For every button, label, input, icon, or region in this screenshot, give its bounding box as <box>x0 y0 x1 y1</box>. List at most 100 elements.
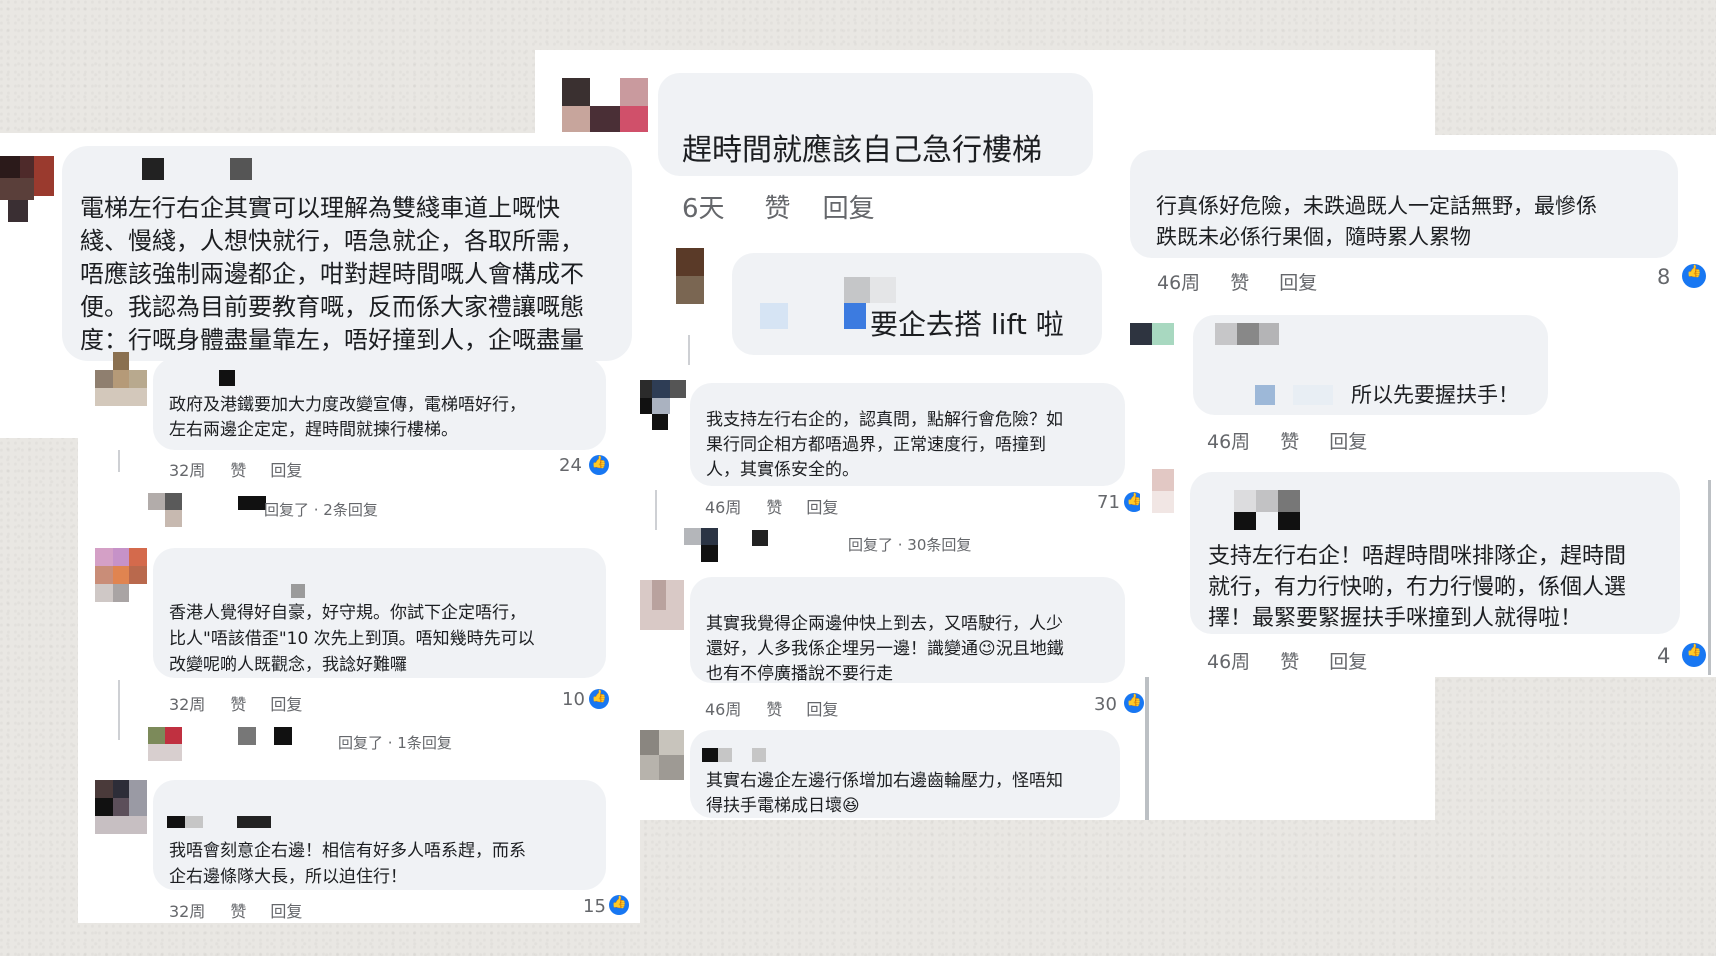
like-button[interactable]: 赞 <box>230 691 246 715</box>
redacted-name <box>718 748 732 762</box>
reaction-count: 8 <box>1657 265 1671 289</box>
redacted-name <box>1256 490 1278 512</box>
like-reaction-icon <box>589 455 609 475</box>
comment-actions: 46周 赞 回复 <box>1207 427 1367 454</box>
comment-text-line: 跌既未必係行果個，隨時累人累物 <box>1156 225 1471 249</box>
comment-time: 46周 <box>1207 431 1251 453</box>
comment-text-line: 企右邊條隊大長，所以迫住行！ <box>169 867 407 887</box>
comment-bubble: 香港人覺得好自豪，好守規。你試下企定唔行， 比人"唔該借歪"10 次先上到頂。唔… <box>153 548 606 678</box>
reply-button[interactable]: 回复 <box>1329 427 1367 454</box>
like-reaction-icon <box>609 895 629 915</box>
redacted-name <box>760 303 788 329</box>
comment-text-line: 我唔會刻意企右邊！相信有好多人唔系趕，而系 <box>169 841 526 861</box>
comment-text-line: 其實右邊企左邊行係增加右邊齒輪壓力，怪唔知 <box>706 771 1063 791</box>
redacted-name <box>274 727 292 745</box>
redacted-name <box>1278 512 1300 530</box>
avatar[interactable] <box>684 528 718 562</box>
like-button[interactable]: 赞 <box>765 188 791 225</box>
comment-bubble: 所以先要握扶手！ <box>1193 315 1548 415</box>
comment-text: 趕時間就應該自己急行樓梯 <box>682 133 1042 168</box>
comment-text-line: 我支持左行右企的，認真問，點解行會危險？如 <box>706 410 1063 430</box>
redacted-name <box>1237 323 1259 345</box>
comment-text-line: 其實我覺得企兩邊仲快上到去，又唔駛行，人少 <box>706 614 1063 634</box>
redacted-name <box>238 727 256 745</box>
redacted-name <box>237 816 271 828</box>
comment-text-line: 唔應該強制兩邊都企，咁對趕時間嘅人會構成不 <box>80 260 584 288</box>
comment-actions: 46周 赞 回复 <box>705 494 838 518</box>
comment-actions: 6天 赞 回复 <box>682 188 875 225</box>
avatar[interactable] <box>0 156 54 222</box>
like-reaction-icon <box>1124 693 1144 713</box>
like-reaction-icon <box>589 689 609 709</box>
reply-button[interactable]: 回复 <box>823 188 875 225</box>
like-button[interactable]: 赞 <box>230 457 246 481</box>
comment-text-line: 得扶手電梯成日壞😆 <box>706 796 860 816</box>
comment-text-line: 也有不停廣播說不要行走 <box>706 664 893 684</box>
like-reaction-icon <box>1682 264 1706 288</box>
reaction-count: 15 <box>583 896 606 917</box>
comment-bubble: 其實我覺得企兩邊仲快上到去，又唔駛行，人少 還好，人多我係企埋另一邊！識變通😉況… <box>690 577 1125 684</box>
avatar[interactable] <box>676 248 704 304</box>
redacted-name <box>870 277 896 303</box>
reply-button[interactable]: 回复 <box>270 691 302 715</box>
comment-text-line: 還好，人多我係企埋另一邊！識變通😉況且地鐵 <box>706 639 1064 659</box>
reply-button[interactable]: 回复 <box>806 494 838 518</box>
scrollbar[interactable] <box>1708 480 1711 675</box>
avatar[interactable] <box>1130 323 1174 345</box>
avatar[interactable] <box>562 78 648 132</box>
comment-text: 要企去搭 lift 啦 <box>870 308 1064 341</box>
view-replies-link[interactable]: 回复了 · 1条回复 <box>338 732 452 753</box>
reply-button[interactable]: 回复 <box>1329 647 1367 674</box>
redacted-name <box>844 303 866 329</box>
avatar[interactable] <box>1152 469 1174 513</box>
comment-text-line: 度：行嘅身體盡量靠左，唔好撞到人，企嘅盡量 <box>80 326 584 354</box>
comment-text-line: 支持左行右企！唔趕時間咪排隊企，趕時間 <box>1208 544 1627 569</box>
redacted-name <box>702 748 718 762</box>
reply-button[interactable]: 回复 <box>1279 268 1317 295</box>
view-replies-link[interactable]: 回复了 · 2条回复 <box>264 499 378 520</box>
comment-bubble: 要企去搭 lift 啦 <box>732 253 1102 355</box>
avatar[interactable] <box>95 548 147 602</box>
avatar[interactable] <box>148 727 182 761</box>
like-reaction-icon <box>1682 643 1706 667</box>
comment-text-line: 所以先要握扶手！ <box>1351 383 1519 407</box>
avatar[interactable] <box>95 780 147 834</box>
comment-time: 6天 <box>682 194 725 224</box>
redacted-name <box>1278 490 1300 512</box>
avatar[interactable] <box>148 493 182 527</box>
redacted-name <box>844 277 870 303</box>
redacted-name <box>1255 385 1275 405</box>
comment-text-line: 比人"唔該借歪"10 次先上到頂。唔知幾時先可以 <box>169 629 535 649</box>
like-button[interactable]: 赞 <box>766 696 782 720</box>
view-replies-link[interactable]: 回复了 · 30条回复 <box>848 534 971 555</box>
comment-bubble: 我唔會刻意企右邊！相信有好多人唔系趕，而系 企右邊條隊大長，所以迫住行！ <box>153 780 606 890</box>
like-button[interactable]: 赞 <box>230 898 246 922</box>
reply-button[interactable]: 回复 <box>270 457 302 481</box>
redacted-name <box>167 816 185 828</box>
comment-bubble: 行真係好危險，未跌過既人一定話無野，最慘係 跌既未必係行果個，隨時累人累物 <box>1130 150 1678 258</box>
like-button[interactable]: 赞 <box>766 494 782 518</box>
redacted-name <box>1293 385 1333 405</box>
like-button[interactable]: 赞 <box>1280 647 1299 674</box>
redacted-name <box>1259 323 1279 345</box>
like-button[interactable]: 赞 <box>1230 268 1249 295</box>
thread-line <box>688 335 690 365</box>
comment-actions: 32周 赞 回复 <box>169 691 302 715</box>
avatar[interactable] <box>634 380 686 430</box>
comment-actions: 46周 赞 回复 <box>1157 268 1317 295</box>
avatar[interactable] <box>634 580 684 630</box>
reply-button[interactable]: 回复 <box>806 696 838 720</box>
comment-bubble: 政府及港鐵要加大力度改變宣傳，電梯唔好行， 左右兩邊企定定，趕時間就揀行樓梯。 <box>153 358 606 450</box>
comment-actions: 46周 赞 回复 <box>705 696 838 720</box>
comment-text-line: 左右兩邊企定定，趕時間就揀行樓梯。 <box>169 420 458 440</box>
comment-text-line: 香港人覺得好自豪，好守規。你試下企定唔行， <box>169 603 526 623</box>
avatar[interactable] <box>95 352 147 406</box>
redacted-name <box>142 158 164 180</box>
comment-text-line: 擇！最緊要緊握扶手咪撞到人就得啦！ <box>1208 606 1583 631</box>
comment-bubble: 我支持左行右企的，認真問，點解行會危險？如 果行同企相方都唔過界，正常速度行，唔… <box>690 383 1125 486</box>
reply-button[interactable]: 回复 <box>270 898 302 922</box>
like-button[interactable]: 赞 <box>1280 427 1299 454</box>
comment-text-line: 綫、慢綫，人想快就行，唔急就企，各取所需， <box>80 227 584 255</box>
comment-text-line: 便。我認為目前要教育嘅，反而係大家禮讓嘅態 <box>80 293 584 321</box>
avatar[interactable] <box>634 730 684 780</box>
